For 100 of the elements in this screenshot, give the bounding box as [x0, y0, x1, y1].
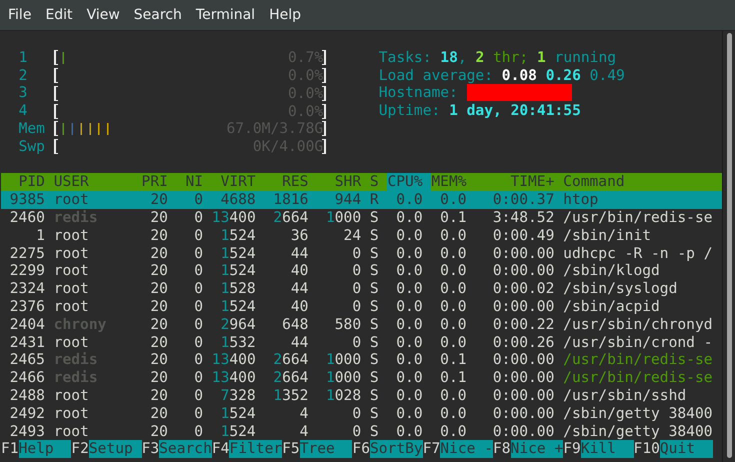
priority: 20 [149, 351, 168, 370]
priority: 20 [149, 280, 168, 298]
nice-value: 0 [193, 280, 204, 298]
process-row[interactable]: 9385 root 20 0 4688 1816 944 R 0.0 0.0 0:00.37 htop [1, 191, 722, 209]
memory-percent: 0.0 [439, 244, 467, 262]
memory-percent: 0.0 [439, 226, 467, 245]
function-key[interactable]: F9Kill [563, 440, 634, 458]
process-row[interactable]: 2431 root 20 0 1532 44 0 S 0.0 0.0 0:00.26 /usr/sbin/crond - [1, 334, 722, 352]
process-row[interactable]: 2492 root 20 0 1524 4 0 S 0.0 0.0 0:00.00 /sbin/getty 38400 [1, 404, 722, 423]
priority: 20 [149, 208, 168, 227]
nice-value: 0 [193, 226, 204, 245]
function-key[interactable]: F5Tree [282, 440, 352, 458]
cpu-percent: 0.0 [395, 262, 423, 280]
process-row[interactable]: 1 root 20 0 1524 36 24 S 0.0 0.0 0:00.49 /sbin/init [1, 226, 722, 245]
memory-percent: 0.0 [439, 386, 467, 405]
column-header[interactable]: CPU% [387, 173, 432, 192]
process-id: 2460 [8, 208, 45, 227]
process-row[interactable]: 2376 root 20 0 1524 40 0 S 0.0 0.0 0:00.00 /sbin/acpid [1, 298, 722, 316]
memory-percent: 0.1 [439, 351, 467, 370]
command-line: /usr/sbin/sshd [563, 386, 686, 405]
process-row[interactable]: 2299 root 20 0 1524 40 0 S 0.0 0.0 0:00.00 /sbin/klogd [1, 262, 722, 280]
column-header[interactable]: SHR [317, 173, 362, 192]
priority: 20 [149, 244, 168, 262]
priority: 20 [149, 316, 168, 334]
resident-memory: 2664 [272, 369, 308, 387]
process-row[interactable]: 2324 root 20 0 1528 44 0 S 0.0 0.0 0:00.02 /sbin/syslogd [1, 280, 722, 298]
process-row[interactable]: 2275 root 20 0 1524 44 0 S 0.0 0.0 0:00.00 udhcpc -R -n -p / [1, 244, 722, 262]
process-row[interactable]: 2493 root 20 0 1524 4 0 S 0.0 0.0 0:00.00 /sbin/getty 38400 [1, 422, 722, 440]
shared-memory: 1000 [324, 351, 362, 370]
resident-memory: 2664 [272, 208, 308, 227]
column-header[interactable]: PRI [142, 173, 168, 192]
user-name: root [54, 191, 90, 209]
function-key[interactable]: F8Nice + [492, 440, 564, 458]
column-header[interactable]: VIRT [212, 173, 256, 192]
function-key[interactable]: F2Setup [71, 440, 142, 458]
menu-item[interactable]: Edit [38, 7, 80, 23]
cpu-percent: 0.0 [395, 386, 423, 405]
function-key[interactable]: F10Quit [634, 440, 713, 458]
nice-value: 0 [193, 351, 204, 370]
resident-memory: 36 [290, 226, 308, 245]
cpu-time: 0:00.00 [492, 262, 554, 280]
menu-item[interactable]: View [80, 7, 127, 23]
resident-memory: 4 [298, 404, 308, 423]
memory-percent: 0.1 [439, 208, 467, 227]
nice-value: 0 [193, 208, 204, 227]
menu-item[interactable]: Search [126, 7, 189, 23]
shared-memory: 0 [351, 280, 362, 298]
priority: 20 [149, 298, 168, 316]
scrollbar-thumb[interactable] [727, 33, 732, 458]
cpu-percent: 0.0 [395, 404, 423, 423]
function-key[interactable]: F4Filter [212, 440, 282, 458]
column-header[interactable]: NI [176, 173, 204, 192]
memory-percent: 0.0 [439, 191, 467, 209]
virtual-memory: 1524 [220, 226, 256, 245]
menu-item[interactable]: Help [262, 7, 308, 23]
process-row[interactable]: 2488 root 20 0 7328 1352 1028 S 0.0 0.0 0:00.00 /usr/sbin/sshd [1, 386, 722, 405]
process-id: 2324 [8, 280, 45, 298]
cpu-percent: 0.0 [395, 226, 423, 245]
cpu-time: 0:00.00 [492, 369, 554, 387]
command-line: /sbin/getty 38400 [563, 422, 713, 440]
resident-memory: 1352 [272, 386, 308, 405]
shared-memory: 0 [351, 298, 362, 316]
nice-value: 0 [193, 334, 204, 352]
function-key[interactable]: F3Search [142, 440, 212, 458]
process-id: 2376 [8, 298, 45, 316]
command-line: /sbin/klogd [563, 262, 660, 280]
cpu-time: 0:00.26 [492, 334, 554, 352]
column-header[interactable]: S [370, 173, 379, 192]
user-name: root [54, 298, 90, 316]
column-header[interactable]: TIME+ [475, 173, 554, 192]
virtual-memory: 4688 [220, 191, 256, 209]
meter-label: 2 [18, 66, 28, 84]
column-header[interactable]: PID [1, 173, 45, 192]
priority: 20 [149, 191, 168, 209]
column-header[interactable]: Command [563, 173, 625, 192]
column-header[interactable]: RES [264, 173, 308, 192]
process-id: 2465 [8, 351, 45, 370]
menu-item[interactable]: File [1, 7, 38, 23]
process-state: S [370, 280, 379, 298]
shared-memory: 0 [351, 404, 362, 423]
user-name: root [54, 422, 90, 440]
column-header[interactable]: MEM% [431, 173, 467, 192]
nice-value: 0 [193, 262, 204, 280]
column-header[interactable]: USER [54, 173, 133, 192]
function-key[interactable]: F1Help [1, 440, 72, 458]
memory-percent: 0.0 [439, 422, 467, 440]
process-state: S [370, 369, 379, 387]
resident-memory: 2664 [272, 351, 308, 370]
cpu-percent: 0.0 [395, 244, 423, 262]
process-id: 2488 [8, 386, 45, 405]
command-line: /sbin/acpid [563, 298, 660, 316]
meter-label: 1 [18, 48, 28, 67]
function-key[interactable]: F6SortBy [352, 440, 423, 458]
process-state: S [370, 404, 379, 423]
command-line: /sbin/init [563, 226, 652, 245]
meter-label: Mem [18, 120, 45, 138]
process-id: 2493 [8, 422, 45, 440]
function-key[interactable]: F7Nice - [422, 440, 493, 458]
command-line: /usr/sbin/crond - [563, 334, 713, 352]
menu-item[interactable]: Terminal [188, 7, 262, 23]
